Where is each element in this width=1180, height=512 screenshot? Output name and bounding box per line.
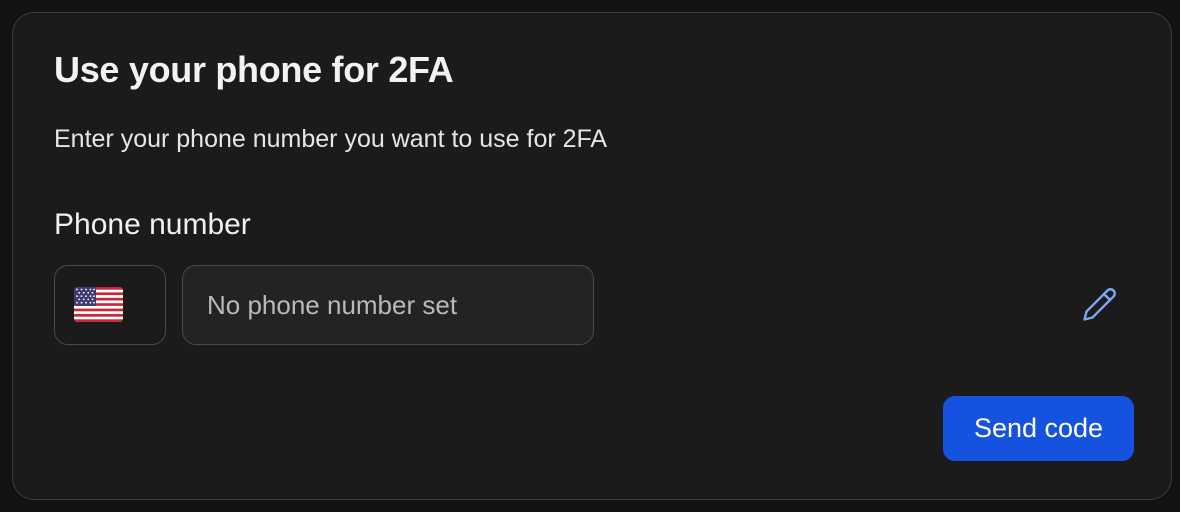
two-factor-phone-dialog: Use your phone for 2FA Enter your phone … [12,12,1172,500]
send-code-button[interactable]: Send code [943,396,1134,461]
phone-number-input[interactable] [182,265,594,345]
us-flag-icon [74,287,123,322]
dialog-title: Use your phone for 2FA [54,49,454,90]
dialog-description: Enter your phone number you want to use … [54,125,608,153]
phone-number-label: Phone number [54,208,251,241]
pencil-icon[interactable] [1079,283,1123,327]
country-code-selector[interactable] [54,265,166,345]
